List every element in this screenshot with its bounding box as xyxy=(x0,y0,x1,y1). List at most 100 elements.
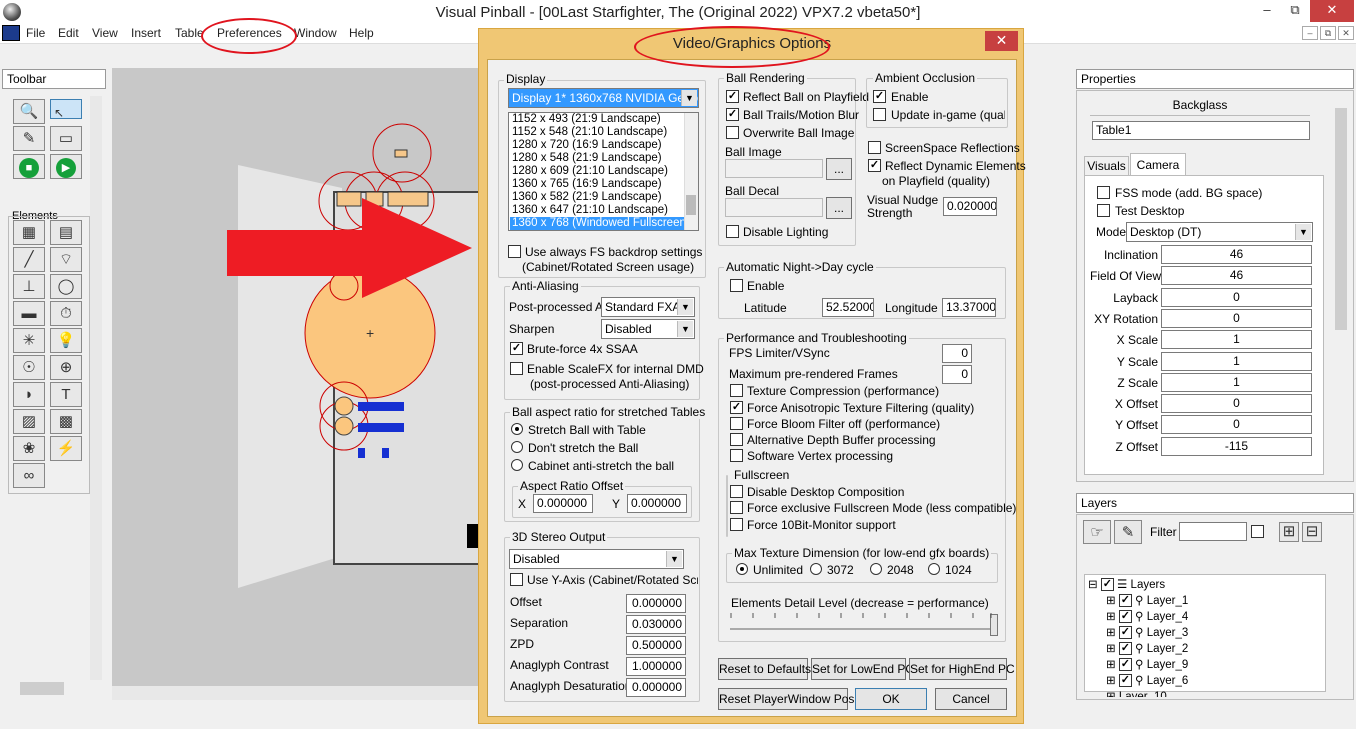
layer-visible-checkbox[interactable]: ✓ xyxy=(1118,594,1132,608)
layer-item[interactable]: ⊞ Layer_10 xyxy=(1106,689,1167,697)
toolbar-scrollbar[interactable] xyxy=(90,96,102,680)
ssr-checkbox[interactable] xyxy=(868,141,881,154)
light-icon[interactable]: 💡 xyxy=(50,328,82,353)
nudge-strength-input[interactable]: 0.020000 xyxy=(943,197,997,216)
layer-item[interactable]: ⊞ ✓ ⚲ Layer_1 xyxy=(1106,593,1188,609)
resolution-item[interactable]: 1360 x 765 (16:9 Landscape) xyxy=(510,178,684,191)
wall-icon[interactable]: ▦ xyxy=(13,220,45,245)
layer-filter-input[interactable] xyxy=(1179,522,1247,541)
lowend-button[interactable]: Set for LowEnd PC xyxy=(811,658,914,680)
layer-edit-icon[interactable]: ✎ xyxy=(1114,520,1142,544)
backglass-icon[interactable]: ▭ xyxy=(50,126,82,151)
document-icon[interactable] xyxy=(2,25,20,41)
menu-insert[interactable]: Insert xyxy=(131,26,161,40)
rde-checkbox[interactable]: ✓ xyxy=(868,159,881,172)
ball-trails-checkbox[interactable]: ✓ xyxy=(726,108,739,121)
disable-lighting-checkbox[interactable] xyxy=(726,225,739,238)
mdi-close-button[interactable]: ✕ xyxy=(1338,26,1354,40)
decal-icon[interactable]: ◗ xyxy=(13,382,45,407)
ramp-icon[interactable]: ╱ xyxy=(13,247,45,272)
reset-defaults-button[interactable]: Reset to Defaults xyxy=(718,658,811,680)
menu-view[interactable]: View xyxy=(92,26,118,40)
minimize-button[interactable]: – xyxy=(1252,0,1282,22)
layer-visible-checkbox[interactable]: ✓ xyxy=(1118,674,1132,688)
overwrite-ball-checkbox[interactable] xyxy=(726,126,739,139)
fss-checkbox[interactable] xyxy=(1097,186,1110,199)
menu-help[interactable]: Help xyxy=(349,26,374,40)
reflect-ball-checkbox[interactable]: ✓ xyxy=(726,90,739,103)
canvas-hscrollbar[interactable] xyxy=(112,686,482,700)
property-value[interactable]: 46 xyxy=(1161,266,1312,286)
layer-visible-checkbox[interactable]: ✓ xyxy=(1118,626,1132,640)
toolbar-hscroll-thumb[interactable] xyxy=(20,682,64,695)
mdi-minimize-button[interactable]: – xyxy=(1302,26,1318,40)
layer-visible-checkbox[interactable]: ✓ xyxy=(1118,610,1132,624)
record-icon[interactable]: ■ xyxy=(13,154,45,179)
resolution-item[interactable]: 1360 x 768 (Windowed Fullscreen) xyxy=(510,217,690,230)
properties-name-field[interactable]: Table1 xyxy=(1092,121,1310,140)
excl-fs-checkbox[interactable] xyxy=(730,501,743,514)
trigger-icon[interactable]: ☉ xyxy=(13,355,45,380)
bloom-checkbox[interactable] xyxy=(730,417,743,430)
plunger-icon[interactable]: ⊥ xyxy=(13,274,45,299)
textbox-icon[interactable]: T xyxy=(50,382,82,407)
ok-button[interactable]: OK xyxy=(855,688,927,710)
spinner-icon[interactable]: ✳ xyxy=(13,328,45,353)
detail-slider-track[interactable] xyxy=(730,628,992,630)
select-arrow-icon[interactable]: ↖ xyxy=(50,99,82,119)
menu-window[interactable]: Window xyxy=(294,26,337,40)
layer-visible-checkbox[interactable]: ✓ xyxy=(1118,642,1132,656)
zpd-input[interactable]: 0.500000 xyxy=(626,636,686,655)
fs-backdrop-checkbox[interactable] xyxy=(508,245,521,258)
softvert-checkbox[interactable] xyxy=(730,449,743,462)
ball-image-input[interactable] xyxy=(725,159,823,178)
assign-layer-icon[interactable]: ☞ xyxy=(1083,520,1111,544)
property-value[interactable]: 0 xyxy=(1161,394,1312,414)
layer-item[interactable]: ⊞ ✓ ⚲ Layer_2 xyxy=(1106,641,1188,657)
no-stretch-radio[interactable] xyxy=(511,441,523,453)
display-device-select[interactable]: Display 1* 1360x768 NVIDIA GeFor ▼ xyxy=(508,88,699,108)
reel-icon[interactable]: ▨ xyxy=(13,409,45,434)
layer-item[interactable]: ⊞ ✓ ⚲ Layer_9 xyxy=(1106,657,1188,673)
property-value[interactable]: 0 xyxy=(1161,287,1312,307)
resolution-item[interactable]: 1360 x 647 (21:10 Landscape) xyxy=(510,204,684,217)
stretch-ball-radio[interactable] xyxy=(511,423,523,435)
tab-camera[interactable]: Camera xyxy=(1130,153,1186,176)
resolution-scroll-thumb[interactable] xyxy=(686,195,696,215)
stereo-offset-input[interactable]: 0.000000 xyxy=(626,594,686,613)
dialog-close-button[interactable]: ✕ xyxy=(985,31,1018,51)
ball-decal-input[interactable] xyxy=(725,198,823,217)
tex-3072-radio[interactable] xyxy=(810,563,822,575)
resolution-item[interactable]: 1152 x 493 (21:9 Landscape) xyxy=(510,113,684,126)
resolution-item[interactable]: 1360 x 582 (21:9 Landscape) xyxy=(510,191,684,204)
resolution-item[interactable]: 1280 x 609 (21:10 Landscape) xyxy=(510,165,684,178)
ball-image-browse-button[interactable]: ... xyxy=(826,158,852,180)
magnify-icon[interactable]: 🔍 xyxy=(13,99,45,124)
prerender-input[interactable]: 0 xyxy=(942,365,972,384)
aniso-checkbox[interactable]: ✓ xyxy=(730,401,743,414)
longitude-input[interactable]: 13.370000 xyxy=(942,298,996,317)
kicker-icon[interactable]: ▬ xyxy=(13,301,45,326)
mdi-restore-button[interactable]: ⧉ xyxy=(1320,26,1336,40)
menu-table[interactable]: Table xyxy=(175,26,204,40)
menu-edit[interactable]: Edit xyxy=(58,26,79,40)
test-desktop-checkbox[interactable] xyxy=(1097,204,1110,217)
remove-layer-icon[interactable]: ⊟ xyxy=(1302,522,1322,542)
ao-enable-checkbox[interactable]: ✓ xyxy=(873,90,886,103)
stereo-mode-select[interactable]: Disabled ▼ xyxy=(509,549,684,569)
play-icon[interactable]: ▶ xyxy=(50,154,82,179)
flasher-icon[interactable]: ⚡ xyxy=(50,436,82,461)
layer-item[interactable]: ⊞ ✓ ⚲ Layer_3 xyxy=(1106,625,1188,641)
resolution-item[interactable]: 1152 x 548 (21:10 Landscape) xyxy=(510,126,684,139)
tab-visuals[interactable]: Visuals xyxy=(1084,156,1129,176)
bumper-icon[interactable]: ◯ xyxy=(50,274,82,299)
tex-unlimited-radio[interactable] xyxy=(736,563,748,575)
tex-1024-radio[interactable] xyxy=(928,563,940,575)
daynight-enable-checkbox[interactable] xyxy=(730,279,743,292)
mode-select[interactable]: Desktop (DT) ▼ xyxy=(1126,222,1313,242)
reset-player-window-button[interactable]: Reset PlayerWindow Pos xyxy=(718,688,854,710)
sharpen-select[interactable]: Disabled ▼ xyxy=(601,319,695,339)
add-layer-icon[interactable]: ⊞ xyxy=(1279,522,1299,542)
resolution-item[interactable]: 1280 x 720 (16:9 Landscape) xyxy=(510,139,684,152)
lightseq-icon[interactable]: ▩ xyxy=(50,409,82,434)
